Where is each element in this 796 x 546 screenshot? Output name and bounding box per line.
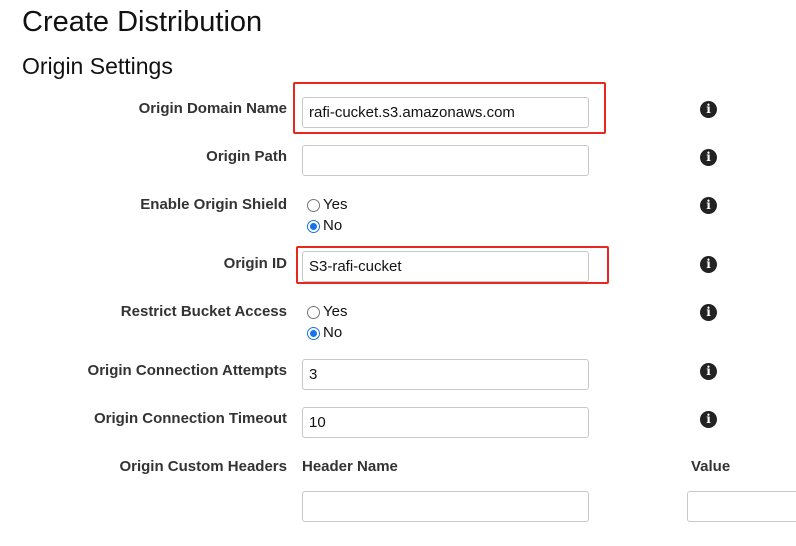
origin-connection-timeout-label: Origin Connection Timeout	[93, 410, 287, 427]
info-icon[interactable]: i	[700, 101, 717, 118]
value-column: Value	[691, 458, 731, 475]
restrict-bucket-yes-radio[interactable]	[307, 305, 320, 319]
origin-connection-timeout-input[interactable]	[302, 407, 589, 438]
info-icon[interactable]: i	[700, 411, 717, 428]
info-icon[interactable]: i	[700, 149, 717, 166]
header-name-column: Header Name	[302, 458, 398, 475]
restrict-bucket-yes-label: Yes	[323, 303, 348, 320]
origin-path-input[interactable]	[302, 145, 589, 176]
info-icon[interactable]: i	[700, 256, 717, 273]
restrict-bucket-no-radio[interactable]	[307, 326, 320, 340]
create-distribution-page: Create Distribution Origin Settings Orig…	[0, 0, 796, 546]
origin-shield-no-label: No	[323, 217, 343, 234]
origin-domain-name-label: Origin Domain Name	[138, 100, 287, 117]
origin-shield-yes-radio[interactable]	[307, 198, 320, 212]
origin-shield-no-option[interactable]: No	[307, 217, 342, 235]
header-name-input[interactable]	[302, 491, 589, 522]
origin-id-label: Origin ID	[223, 255, 287, 272]
section-title: Origin Settings	[22, 53, 173, 79]
origin-path-label: Origin Path	[206, 148, 287, 165]
origin-custom-headers-label: Origin Custom Headers	[119, 458, 287, 475]
enable-origin-shield-label: Enable Origin Shield	[140, 196, 287, 213]
header-value-input[interactable]	[687, 491, 796, 522]
info-icon[interactable]: i	[700, 363, 717, 380]
origin-connection-attempts-input[interactable]	[302, 359, 589, 390]
origin-domain-name-input[interactable]	[302, 97, 589, 128]
info-icon[interactable]: i	[700, 197, 717, 214]
origin-shield-yes-option[interactable]: Yes	[307, 196, 347, 214]
origin-shield-no-radio[interactable]	[307, 219, 320, 233]
info-icon[interactable]: i	[700, 304, 717, 321]
origin-connection-attempts-label: Origin Connection Attempts	[87, 362, 287, 379]
restrict-bucket-access-label: Restrict Bucket Access	[120, 303, 287, 320]
origin-id-input[interactable]	[302, 251, 589, 282]
restrict-bucket-yes-option[interactable]: Yes	[307, 303, 347, 321]
page-title: Create Distribution	[22, 6, 263, 38]
restrict-bucket-no-option[interactable]: No	[307, 324, 342, 342]
origin-shield-yes-label: Yes	[323, 196, 348, 213]
restrict-bucket-no-label: No	[323, 324, 343, 341]
